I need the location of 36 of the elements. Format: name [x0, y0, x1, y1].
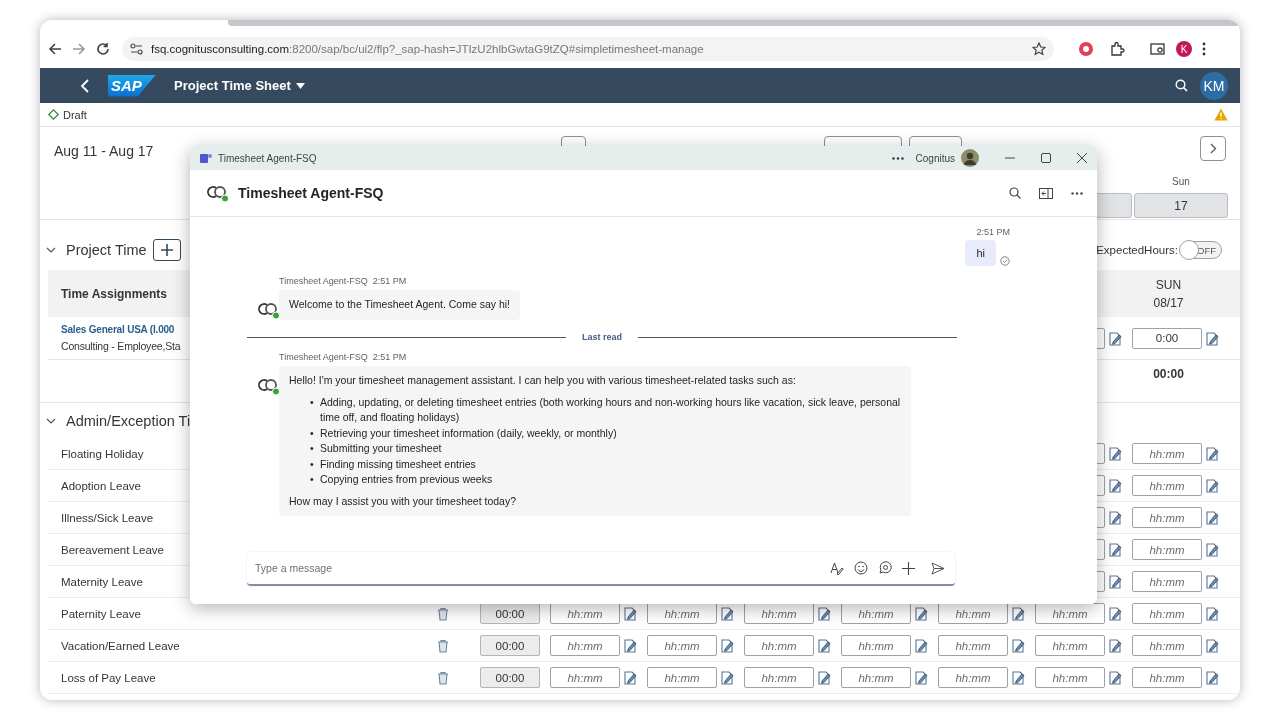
list-item: • Adding, updating, or deleting timesheet entries (both working hours and non-working hours like vacation, sick leave, personal time off, and floating holidays): [310, 394, 901, 425]
leave-type: Maternity Leave: [61, 575, 143, 588]
section-title: Admin/Exception Ti: [66, 412, 191, 429]
toggle-label: ExpectedHours:: [1096, 244, 1178, 256]
message-text: Hello! I'm your timesheet management assistant. I can help you with various timesheet-related tasks such as:: [289, 373, 797, 388]
leave-type: Paternity Leave: [61, 607, 141, 620]
day-name: Sun: [1172, 176, 1190, 187]
last-read-divider: Last read: [582, 332, 622, 342]
leave-type: Bereavement Leave: [61, 543, 164, 556]
leave-type: Loss of Pay Leave: [61, 671, 156, 684]
list-item: • Submitting your timesheet: [310, 441, 443, 456]
week-range: Aug 11 - Aug 17: [54, 143, 154, 159]
section-title: Project Time: [66, 242, 147, 258]
draft-status: Draft: [63, 108, 87, 121]
account-name: Cognitus: [915, 152, 955, 164]
message-bubble: hi: [965, 240, 996, 266]
column-header: Time Assignments: [61, 286, 168, 301]
message-time: 2:51 PM: [976, 227, 1010, 237]
leave-type: Adoption Leave: [61, 479, 141, 492]
window-title: Timesheet Agent-FSQ: [218, 152, 317, 164]
message-text: Welcome to the Timesheet Agent. Come say hi!: [289, 297, 510, 312]
chat-title: Timesheet Agent-FSQ: [238, 185, 384, 201]
assignment-detail: Consulting - Employee,Sta: [61, 340, 181, 352]
day-total: 00:00: [1153, 366, 1184, 381]
message-meta: Timesheet Agent-FSQ 2:51 PM: [279, 276, 408, 286]
leave-type: Illness/Sick Leave: [61, 511, 154, 524]
list-item: • Copying entries from previous weeks: [310, 472, 494, 487]
list-item: • Retrieving your timesheet information (daily, weekly, or monthly): [310, 425, 618, 441]
list-item: • Finding missing timesheet entries: [310, 456, 477, 472]
column-header: SUN 08/17: [1153, 276, 1184, 312]
message-meta: Timesheet Agent-FSQ 2:51 PM: [279, 352, 408, 362]
url-text: fsq.cognitusconsulting.com:8200/sap/bc/ui2/flp?_sap-hash=JTIzU2hlbGwtaG9tZQ#simpletimesheet-manage: [151, 43, 704, 55]
sap-logo: SAP: [108, 74, 156, 97]
leave-type: Vacation/Earned Leave: [61, 639, 180, 652]
leave-type: Floating Holiday: [61, 447, 144, 460]
message-text: How may I assist you with your timesheet today?: [289, 493, 517, 509]
